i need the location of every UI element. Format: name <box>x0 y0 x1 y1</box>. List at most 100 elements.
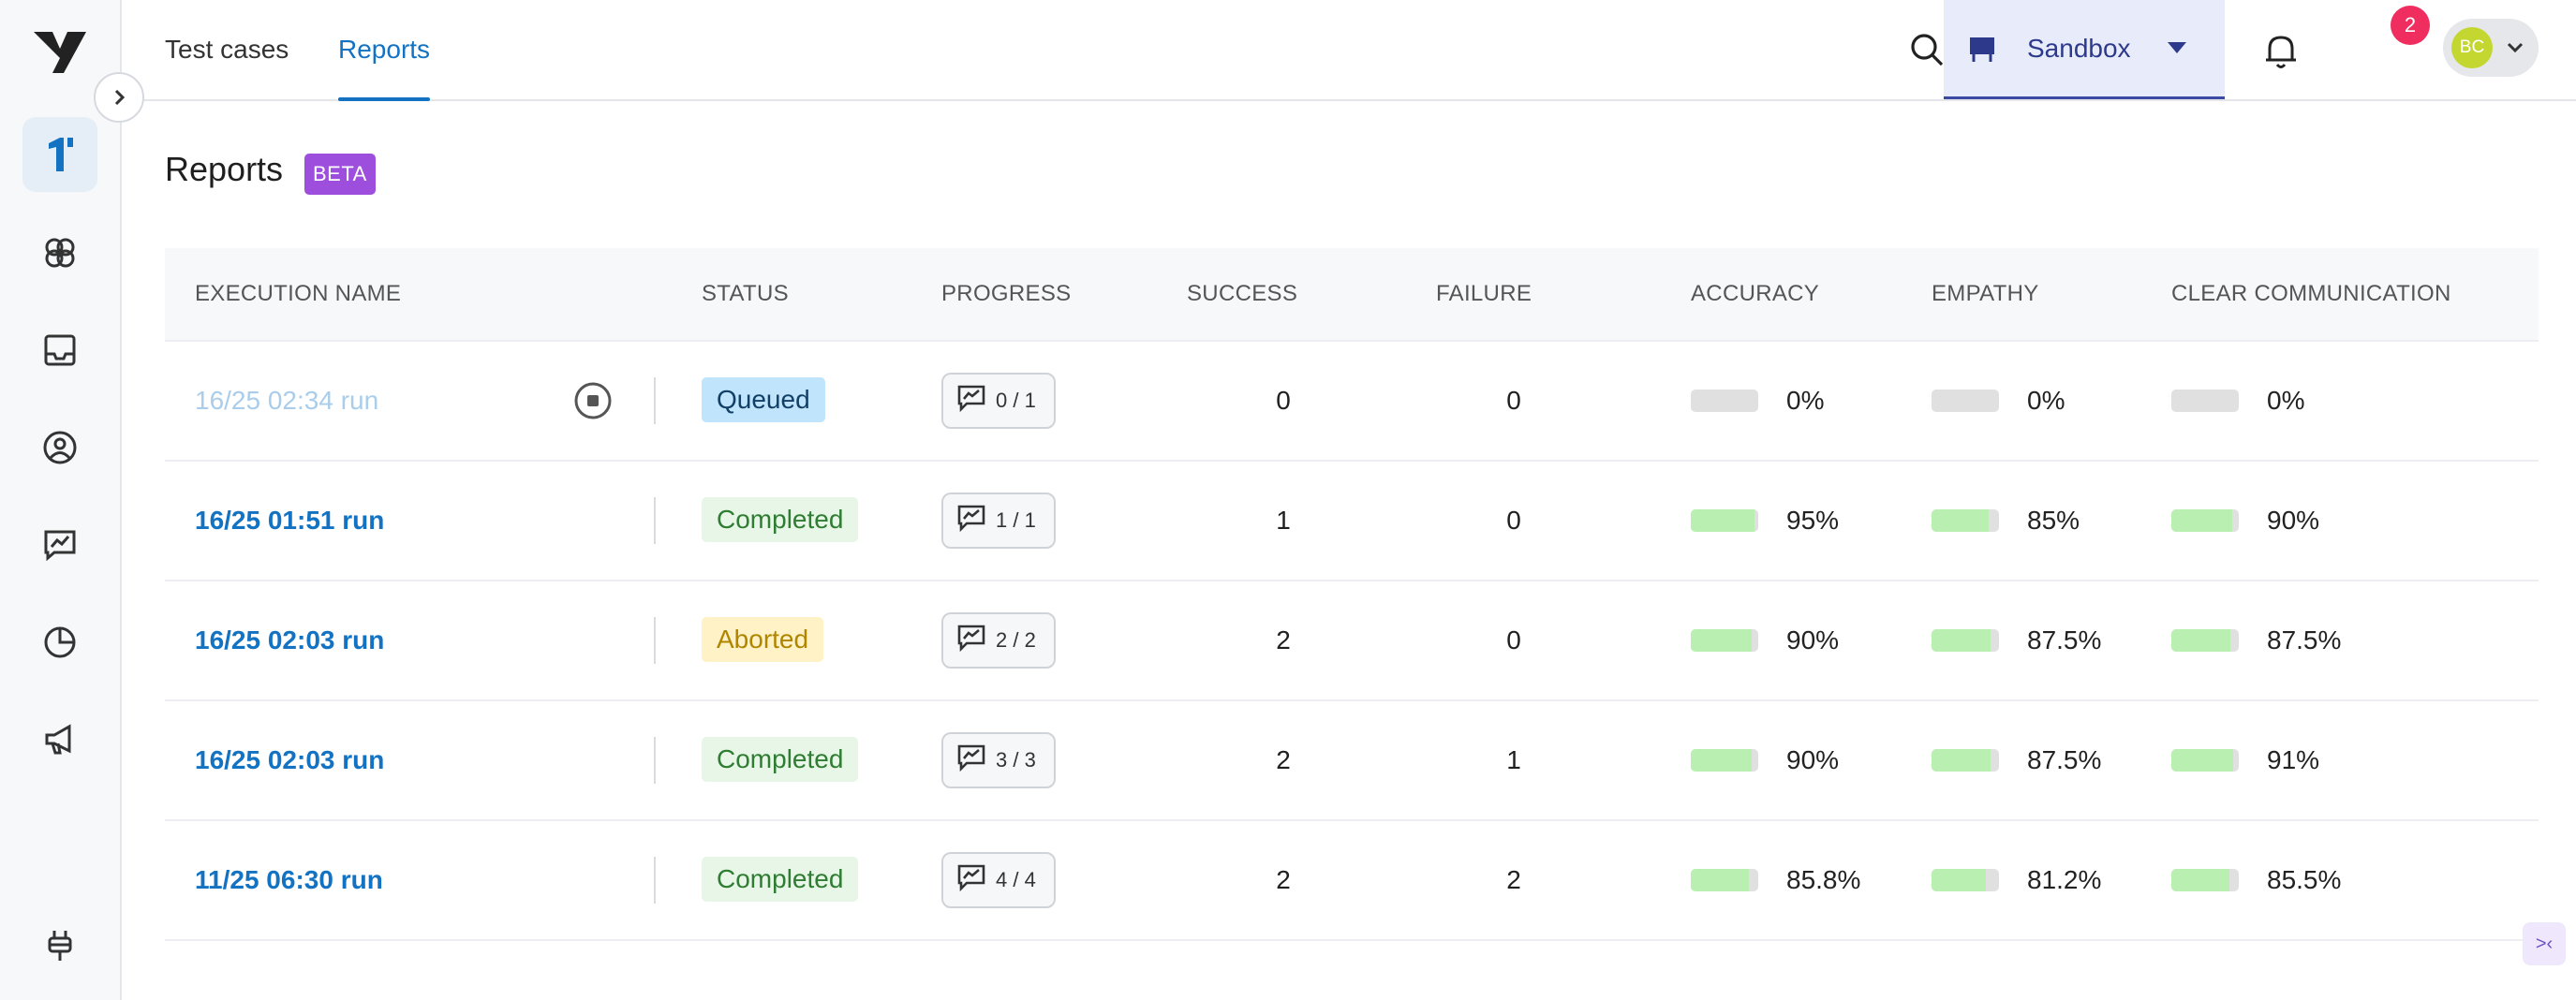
table-row[interactable]: 16/25 02:34 run Queued 0 / 1 0 0 0% 0% 0% <box>165 342 2539 462</box>
accuracy-cell: 95% <box>1691 462 1839 580</box>
page-title: Reports <box>165 150 284 188</box>
tab-reports[interactable]: Reports <box>338 0 431 101</box>
environment-label: Sandbox <box>2027 33 2131 63</box>
progress-button[interactable]: 4 / 4 <box>941 852 1056 908</box>
stop-run-icon[interactable] <box>573 381 613 420</box>
progress-button[interactable]: 1 / 1 <box>941 493 1056 549</box>
row-divider <box>654 377 656 424</box>
success-count: 0 <box>1276 386 1291 415</box>
app-logo-icon[interactable] <box>32 26 88 79</box>
environment-selector[interactable]: Sandbox <box>1944 0 2225 99</box>
progress-button[interactable]: 3 / 3 <box>941 732 1056 788</box>
sidebar-item-testing[interactable] <box>22 117 97 192</box>
dev-tools-button[interactable]: >‹ <box>2523 922 2566 965</box>
header-progress[interactable]: PROGRESS <box>941 248 1071 340</box>
chat-chart-icon <box>956 624 986 657</box>
empathy-bar <box>1932 509 1999 532</box>
accuracy-bar <box>1691 509 1758 532</box>
empathy-cell: 85% <box>1932 462 2080 580</box>
header-empathy[interactable]: EMPATHY <box>1932 248 2039 340</box>
chat-chart-icon <box>956 384 986 418</box>
success-count: 1 <box>1276 506 1291 535</box>
sidebar-item-analytics-chat[interactable] <box>22 507 97 582</box>
tab-test-cases[interactable]: Test cases <box>165 0 289 99</box>
clear-communication-value: 87.5% <box>2267 625 2342 654</box>
accuracy-value: 0% <box>1786 386 1825 415</box>
execution-name-link[interactable]: 16/25 02:03 run <box>195 581 384 699</box>
pie-chart-icon <box>44 626 76 658</box>
code-icon: >‹ <box>2535 933 2554 954</box>
execution-name-link[interactable]: 16/25 02:34 run <box>195 342 378 460</box>
header-accuracy[interactable]: ACCURACY <box>1691 248 1819 340</box>
clear-communication-cell: 0% <box>2171 342 2304 460</box>
empathy-value: 81.2% <box>2027 865 2102 894</box>
clear-communication-value: 85.5% <box>2267 865 2342 894</box>
clear-communication-bar <box>2171 509 2239 532</box>
empathy-value: 0% <box>2027 386 2065 415</box>
header-status[interactable]: STATUS <box>702 248 789 340</box>
sidebar-item-users[interactable] <box>22 410 97 485</box>
empathy-cell: 87.5% <box>1932 701 2101 819</box>
accuracy-cell: 0% <box>1691 342 1824 460</box>
header-success[interactable]: SUCCESS <box>1187 248 1297 340</box>
chevron-down-icon <box>2507 42 2524 53</box>
failure-count: 0 <box>1506 625 1521 654</box>
clear-communication-value: 90% <box>2267 506 2320 535</box>
clear-communication-cell: 87.5% <box>2171 581 2341 699</box>
beta-badge: BETA <box>304 154 376 195</box>
progress-value: 0 / 1 <box>996 389 1036 412</box>
accuracy-value: 90% <box>1786 745 1840 774</box>
clear-communication-cell: 85.5% <box>2171 821 2341 939</box>
failure-count: 0 <box>1506 386 1521 415</box>
failure-count: 2 <box>1506 865 1521 894</box>
table-row[interactable]: 16/25 01:51 run Completed 1 / 1 1 0 95% 85% 90% <box>165 462 2539 581</box>
execution-name-link[interactable]: 16/25 01:51 run <box>195 462 384 580</box>
execution-name-link[interactable]: 16/25 02:03 run <box>195 701 384 819</box>
sidebar-item-reports[interactable] <box>22 605 97 680</box>
empathy-bar <box>1932 749 1999 772</box>
avatar: BC <box>2451 27 2493 68</box>
sidebar-expand-button[interactable] <box>94 72 144 123</box>
status-badge: Queued <box>702 377 825 422</box>
accuracy-bar <box>1691 390 1758 412</box>
progress-button[interactable]: 2 / 2 <box>941 612 1056 669</box>
failure-count: 0 <box>1506 506 1521 535</box>
empathy-value: 87.5% <box>2027 745 2102 774</box>
progress-value: 2 / 2 <box>996 628 1036 652</box>
brain-icon <box>45 238 75 268</box>
progress-button[interactable]: 0 / 1 <box>941 373 1056 429</box>
chat-chart-icon <box>956 743 986 777</box>
clear-communication-cell: 91% <box>2171 701 2319 819</box>
header-execution-name[interactable]: EXECUTION NAME <box>195 248 401 340</box>
empathy-bar <box>1932 869 1999 891</box>
row-divider <box>654 857 656 904</box>
sidebar-item-campaigns[interactable] <box>22 702 97 777</box>
status-badge: Completed <box>702 497 859 542</box>
accuracy-value: 95% <box>1786 506 1840 535</box>
notification-count-badge: 2 <box>2391 6 2430 45</box>
success-count: 2 <box>1276 745 1291 774</box>
clear-communication-bar <box>2171 629 2239 652</box>
row-divider <box>654 497 656 544</box>
header-failure[interactable]: FAILURE <box>1436 248 1532 340</box>
user-menu[interactable]: BC <box>2443 19 2539 77</box>
clear-communication-bar <box>2171 869 2239 891</box>
reports-table: EXECUTION NAME STATUS PROGRESS SUCCESS F… <box>165 248 2539 941</box>
sidebar-item-intelligence[interactable] <box>22 215 97 290</box>
table-row[interactable]: 16/25 02:03 run Aborted 2 / 2 2 0 90% 87.5% 87.… <box>165 581 2539 701</box>
execution-name-link[interactable]: 11/25 06:30 run <box>195 821 383 939</box>
sidebar-item-integrations[interactable] <box>22 908 97 983</box>
table-row[interactable]: 11/25 06:30 run Completed 4 / 4 2 2 85.8% 81.2… <box>165 821 2539 941</box>
table-row[interactable]: 16/25 02:03 run Completed 3 / 3 2 1 90% 87.5% 9… <box>165 701 2539 821</box>
accuracy-bar <box>1691 629 1758 652</box>
sidebar-item-inbox[interactable] <box>22 313 97 388</box>
success-count: 2 <box>1276 865 1291 894</box>
table-header: EXECUTION NAME STATUS PROGRESS SUCCESS F… <box>165 248 2539 342</box>
notifications-button[interactable] <box>2253 22 2309 79</box>
accuracy-cell: 90% <box>1691 581 1839 699</box>
empathy-bar <box>1932 390 1999 412</box>
empathy-cell: 87.5% <box>1932 581 2101 699</box>
header-clear-communication[interactable]: CLEAR COMMUNICATION <box>2171 248 2451 340</box>
accuracy-cell: 90% <box>1691 701 1839 819</box>
accuracy-value: 90% <box>1786 625 1840 654</box>
